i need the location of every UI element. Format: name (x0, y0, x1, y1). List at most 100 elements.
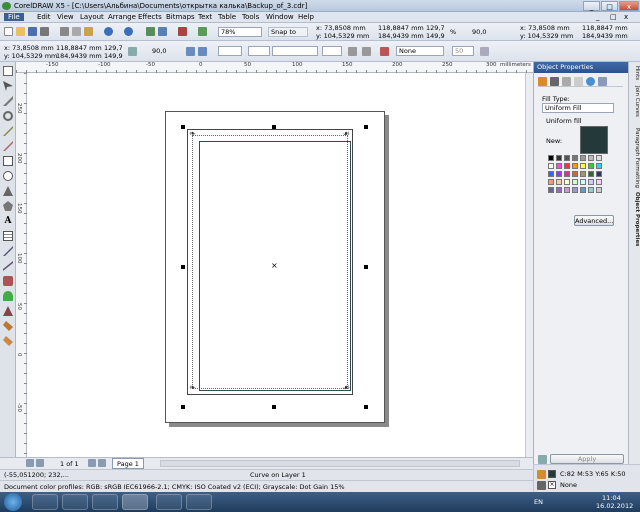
crop-tool-icon[interactable] (3, 96, 13, 106)
zoom-tool-icon[interactable] (3, 111, 13, 121)
start-arrow-select[interactable] (248, 46, 270, 56)
prop-scale-height[interactable]: 149,9 (104, 52, 123, 60)
doc-close-button[interactable]: x (624, 13, 628, 21)
menu-effects[interactable]: Effects (138, 13, 162, 21)
scale-height[interactable]: 149,9 (426, 32, 445, 40)
menu-table[interactable]: Table (218, 13, 236, 21)
coreldraw-app-icon[interactable] (2, 2, 11, 10)
mirror-horizontal-icon[interactable] (186, 47, 195, 56)
shape-tool-icon[interactable] (3, 81, 13, 91)
zoom-level-select[interactable]: 78% (218, 27, 262, 37)
drawing-canvas[interactable]: ❧ ☙ ❧ ☙ × (27, 73, 525, 457)
internet-tab-icon[interactable] (586, 77, 595, 86)
interactive-fill-icon[interactable] (3, 336, 13, 346)
fill-tool-icon[interactable] (3, 321, 13, 331)
lock-docker-icon[interactable] (538, 455, 547, 464)
table-tool-icon[interactable] (3, 231, 13, 241)
close-button[interactable]: x (619, 1, 639, 11)
prop-y-position[interactable]: y: 104,5329 mm (4, 52, 57, 60)
fill-color-swatch[interactable] (548, 470, 556, 478)
language-indicator[interactable]: EN (534, 498, 543, 506)
pick-tool-icon[interactable] (3, 66, 13, 76)
selection-handle[interactable] (364, 265, 368, 269)
prop-scale-width[interactable]: 129,7 (104, 44, 123, 52)
summary-tab-icon[interactable] (598, 77, 607, 86)
menu-layout[interactable]: Layout (80, 13, 104, 21)
tab-hints[interactable]: Hints (630, 66, 640, 80)
right-x-position[interactable]: x: 73,8508 mm (520, 24, 570, 32)
ellipse-tool-icon[interactable] (3, 171, 13, 181)
clock-date[interactable]: 16.02.2012 (596, 502, 633, 510)
maximize-button[interactable]: □ (601, 1, 618, 11)
rectangle-tool-icon[interactable] (3, 156, 13, 166)
scale-width[interactable]: 129,7 (426, 24, 445, 32)
redo-icon[interactable] (124, 27, 133, 36)
coreldraw-taskbar-icon[interactable] (122, 494, 148, 510)
tab-object-properties[interactable]: Object Properties (630, 192, 640, 246)
horizontal-scrollbar[interactable] (160, 460, 520, 467)
clock-time[interactable]: 11:04 (602, 494, 621, 502)
outline-style-select[interactable] (272, 46, 318, 56)
outline-pen-icon[interactable] (380, 47, 389, 56)
menu-help[interactable]: Help (298, 13, 314, 21)
ie-taskbar-icon[interactable] (62, 494, 88, 510)
cut-icon[interactable] (60, 27, 69, 36)
menu-file[interactable]: File (4, 13, 24, 21)
snap-to-dropdown[interactable]: Snap to (268, 27, 308, 37)
start-button-icon[interactable] (4, 493, 22, 511)
new-document-icon[interactable] (4, 27, 13, 36)
advanced-button[interactable]: Advanced... (574, 215, 614, 226)
print-icon[interactable] (40, 27, 49, 36)
end-arrow-select[interactable] (322, 46, 342, 56)
last-page-icon[interactable] (98, 459, 106, 467)
doc-restore-button[interactable]: □ (610, 13, 617, 21)
explorer-taskbar-icon[interactable] (32, 494, 58, 510)
parallel-dimension-icon[interactable] (3, 246, 13, 256)
right-object-width[interactable]: 118,8847 mm (582, 24, 628, 32)
menu-arrange[interactable]: Arrange (108, 13, 136, 21)
reduce-nodes-icon[interactable] (480, 47, 489, 56)
menu-view[interactable]: View (57, 13, 74, 21)
char-tab-icon[interactable] (562, 77, 571, 86)
smoothing-field[interactable]: 50 (452, 46, 474, 56)
doc-minimize-button[interactable]: _ (596, 13, 600, 21)
prop-x-position[interactable]: x: 73,8508 mm (4, 44, 54, 52)
media-player-taskbar-icon[interactable] (92, 494, 118, 510)
vertical-scrollbar[interactable] (525, 73, 533, 457)
menu-tools[interactable]: Tools (242, 13, 259, 21)
para-tab-icon[interactable] (574, 77, 583, 86)
line-style-select[interactable] (218, 46, 242, 56)
horizontal-ruler[interactable]: -150 -100 -50 0 50 100 150 200 250 300 m… (16, 62, 533, 73)
polygon-tool-icon[interactable] (3, 186, 13, 196)
freehand-tool-icon[interactable] (3, 126, 13, 136)
copy-icon[interactable] (72, 27, 81, 36)
outline-width-select[interactable]: None (396, 46, 444, 56)
selection-handle[interactable] (272, 125, 276, 129)
object-height[interactable]: 184,9439 mm (378, 32, 424, 40)
welcome-screen-icon[interactable] (198, 27, 207, 36)
outline-none-swatch[interactable]: × (548, 481, 556, 489)
wrap-text-icon[interactable] (362, 47, 371, 56)
selection-handle[interactable] (364, 125, 368, 129)
y-position[interactable]: y: 104,5329 mm (316, 32, 369, 40)
smart-fill-icon[interactable] (3, 141, 13, 151)
prop-object-width[interactable]: 118,8847 mm (56, 44, 102, 52)
selection-handle[interactable] (272, 405, 276, 409)
undo-icon[interactable] (104, 27, 113, 36)
menu-bitmaps[interactable]: Bitmaps (166, 13, 195, 21)
application-launcher-icon[interactable] (178, 27, 187, 36)
tab-paragraph-formatting[interactable]: Paragraph Formatting (630, 128, 640, 188)
prev-page-icon[interactable] (36, 459, 44, 467)
mirror-vertical-icon[interactable] (198, 47, 207, 56)
close-curve-icon[interactable] (348, 47, 357, 56)
right-object-height[interactable]: 184,9439 mm (582, 32, 628, 40)
selection-handle[interactable] (181, 405, 185, 409)
outline-pen-tool-icon[interactable] (3, 306, 13, 316)
save-icon[interactable] (28, 27, 37, 36)
selection-handle[interactable] (364, 405, 368, 409)
menu-text[interactable]: Text (198, 13, 212, 21)
object-width[interactable]: 118,8847 mm (378, 24, 424, 32)
lock-ratio-icon[interactable] (128, 47, 137, 56)
color-palette-grid[interactable] (548, 155, 608, 201)
minimize-button[interactable]: _ (583, 1, 600, 11)
